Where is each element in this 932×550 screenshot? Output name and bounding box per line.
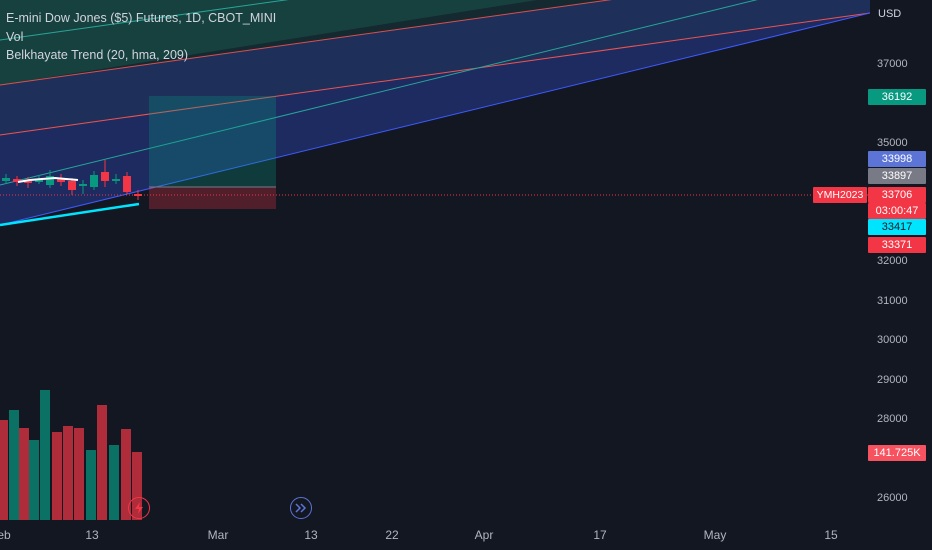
time-tick: Mar — [207, 528, 229, 542]
candle-body — [101, 172, 109, 181]
volume-legend[interactable]: Vol — [6, 28, 276, 47]
price-tick: 30000 — [877, 334, 908, 346]
price-tick: 31000 — [877, 295, 908, 307]
entry-price-badge: 33897 — [868, 168, 926, 184]
upper-band-badge: 33998 — [868, 151, 926, 167]
volume-bar — [74, 428, 84, 520]
stop-price-badge: 33371 — [868, 237, 926, 253]
time-tick: 13 — [85, 528, 99, 542]
time-tick: Apr — [474, 528, 494, 542]
last-price-badge: 33706 — [868, 187, 926, 203]
time-tick: eb — [0, 528, 11, 542]
candle-body — [90, 175, 98, 187]
time-tick: 22 — [385, 528, 399, 542]
target-price-badge: 36192 — [868, 89, 926, 105]
price-tick: 32000 — [877, 255, 908, 267]
trend-line-badge: 33417 — [868, 219, 926, 235]
candle-body — [112, 179, 120, 181]
candle-body — [134, 194, 142, 196]
volume-bar — [9, 410, 19, 520]
volume-bar — [52, 432, 62, 520]
time-axis[interactable]: eb 13 Mar 13 22 Apr 17 May 15 — [0, 520, 870, 550]
countdown-badge: 03:00:47 — [868, 203, 926, 219]
volume-bar — [97, 405, 107, 520]
candle-body — [123, 176, 131, 192]
price-tick: 29000 — [877, 374, 908, 386]
position-stop-zone[interactable] — [149, 187, 276, 209]
time-tick: May — [703, 528, 727, 542]
time-tick: 17 — [593, 528, 607, 542]
fast-forward-icon[interactable] — [290, 497, 312, 519]
volume-bar — [0, 420, 8, 520]
price-tick: 28000 — [877, 413, 908, 425]
candle-body — [79, 184, 87, 186]
volume-bar — [63, 426, 73, 520]
volume-bar — [29, 440, 39, 520]
lightning-icon[interactable] — [128, 497, 150, 519]
position-target-zone[interactable] — [149, 96, 276, 187]
volume-bars — [0, 390, 142, 520]
chart-area[interactable]: E-mini Dow Jones ($5) Futures, 1D, CBOT_… — [0, 0, 870, 520]
volume-bar — [109, 445, 119, 520]
price-tick: 35000 — [877, 137, 908, 149]
indicator-legend[interactable]: Belkhayate Trend (20, hma, 209) — [6, 46, 276, 65]
volume-badge: 141.725K — [868, 445, 926, 461]
symbol-tag: YMH2023 — [813, 187, 867, 203]
time-tick: 13 — [304, 528, 318, 542]
price-tick: 37000 — [877, 58, 908, 70]
candle-body — [68, 181, 76, 190]
volume-bar — [40, 390, 50, 520]
price-scale[interactable]: USD 37000 35000 32000 31000 30000 29000 … — [870, 0, 932, 550]
price-tick: 26000 — [877, 492, 908, 504]
currency-label[interactable]: USD — [878, 8, 901, 20]
price-chart[interactable] — [0, 0, 870, 520]
chart-legend: E-mini Dow Jones ($5) Futures, 1D, CBOT_… — [6, 9, 276, 65]
volume-bar — [86, 450, 96, 520]
volume-bar — [19, 428, 29, 520]
symbol-title[interactable]: E-mini Dow Jones ($5) Futures, 1D, CBOT_… — [6, 9, 276, 28]
time-tick: 15 — [824, 528, 838, 542]
candle-body — [2, 178, 10, 181]
